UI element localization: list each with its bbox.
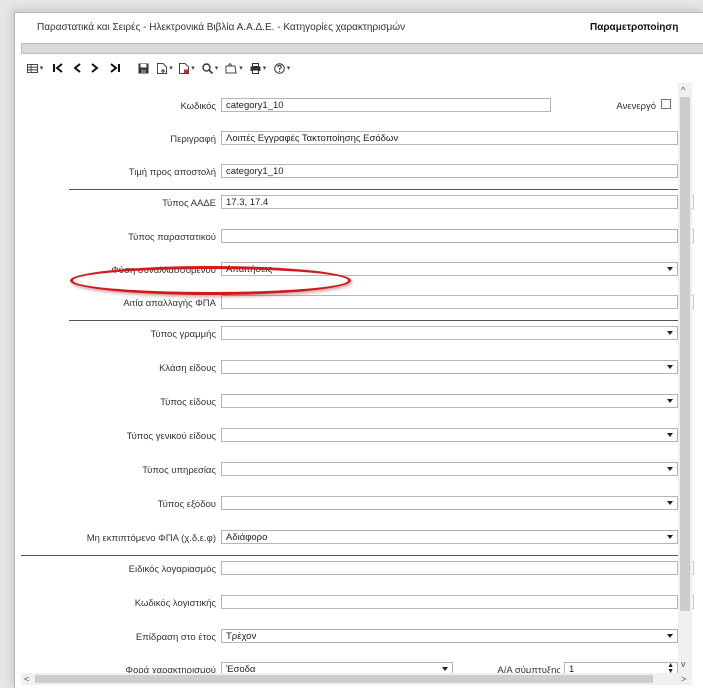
item-class-label: Κλάση είδους xyxy=(159,363,216,374)
window-title: Παραστατικά και Σειρές - Ηλεκτρονικά Βιβ… xyxy=(37,22,406,33)
vat-exemption-field[interactable] xyxy=(221,295,678,309)
chevron-down-icon: ▾ xyxy=(262,65,267,72)
search-icon xyxy=(202,62,213,74)
export-value-label: Τιμή προς αποστολή xyxy=(128,167,216,178)
service-type-label: Τύπος υπηρεσίας xyxy=(142,465,216,476)
year-effect-label: Επίδραση στο έτος xyxy=(135,632,216,643)
aade-type-field[interactable]: 17.3, 17.4 xyxy=(221,195,678,209)
horizontal-scroll-thumb[interactable] xyxy=(35,675,653,683)
item-type-select[interactable] xyxy=(221,394,678,408)
horizontal-scrollbar[interactable]: < > xyxy=(21,673,692,685)
dropdown-arrow-icon xyxy=(667,399,673,403)
code-field[interactable]: category1_10 xyxy=(221,98,551,112)
chevron-down-icon: ▾ xyxy=(286,65,291,72)
window-titlebar: Παραστατικά και Σειρές - Ηλεκτρονικά Βιβ… xyxy=(15,13,703,43)
next-record-button[interactable] xyxy=(89,60,101,76)
app-window: Παραστατικά και Σειρές - Ηλεκτρονικά Βιβ… xyxy=(14,12,703,688)
aade-type-label: Τύπος ΑΑΔΕ xyxy=(162,198,216,209)
expense-type-label: Τύπος εξόδου xyxy=(157,499,216,510)
info-bar xyxy=(21,43,703,54)
expense-type-select[interactable] xyxy=(221,496,678,510)
general-item-type-select[interactable] xyxy=(221,428,678,442)
delete-document-button[interactable]: ▾ xyxy=(178,60,196,76)
year-effect-select[interactable]: Τρέχον xyxy=(221,629,678,643)
scroll-left-icon[interactable]: < xyxy=(24,674,29,684)
print-button[interactable]: ▾ xyxy=(248,60,268,76)
search-button[interactable]: ▾ xyxy=(200,60,220,76)
chevron-down-icon: ▾ xyxy=(39,65,44,72)
save-icon xyxy=(138,63,148,73)
accounting-code-label: Κωδικός λογιστικής xyxy=(134,598,216,609)
code-label: Κωδικός xyxy=(180,101,216,112)
section-divider xyxy=(69,189,681,190)
year-effect-value: Τρέχον xyxy=(226,631,257,642)
description-label: Περιγραφή xyxy=(170,134,216,145)
line-type-select[interactable] xyxy=(221,326,678,340)
vat-exemption-label: Αιτία απαλλαγής ΦΠΑ xyxy=(123,298,216,309)
last-record-button[interactable] xyxy=(107,60,123,76)
grid-view-button[interactable]: ▾ xyxy=(25,60,45,76)
counterparty-nature-value: Απαιτήσεις xyxy=(226,264,273,275)
non-deductible-vat-label: Μη εκπιπτόμενο ΦΠΑ (χ.δ.ε.φ) xyxy=(86,533,216,544)
dropdown-arrow-icon xyxy=(667,267,673,271)
export-value-field[interactable]: category1_10 xyxy=(221,164,678,178)
chevron-down-icon: ▾ xyxy=(239,65,243,72)
accounting-code-field[interactable] xyxy=(221,595,678,609)
toolbar: ▾ ▾ ▾ ▾ ▾ ▾ ▾ xyxy=(25,59,703,77)
dropdown-arrow-icon xyxy=(442,667,448,671)
counterparty-nature-select[interactable]: Απαιτήσεις xyxy=(221,262,678,276)
first-record-icon xyxy=(53,63,63,73)
save-button[interactable] xyxy=(135,60,151,76)
item-type-label: Τύπος είδους xyxy=(160,397,216,408)
vertical-scroll-thumb[interactable] xyxy=(680,97,690,611)
delete-document-icon xyxy=(179,62,190,74)
scroll-down-icon[interactable]: v xyxy=(681,659,686,669)
vertical-scrollbar[interactable]: ^ v xyxy=(678,83,692,673)
grid-icon xyxy=(26,63,38,73)
dropdown-arrow-icon xyxy=(667,535,673,539)
attach-icon xyxy=(225,62,237,73)
chevron-down-icon: ▾ xyxy=(169,65,173,72)
inactive-label: Ανενεργό xyxy=(616,101,656,112)
special-account-label: Ειδικός λογαριασμός xyxy=(128,564,216,575)
counterparty-nature-label: Φύση συναλλασσόμενου xyxy=(111,265,216,276)
print-icon xyxy=(250,62,261,74)
module-title: Παραμετροποίηση xyxy=(590,22,679,33)
dropdown-arrow-icon xyxy=(667,467,673,471)
first-record-button[interactable] xyxy=(51,60,65,76)
dropdown-arrow-icon xyxy=(667,331,673,335)
dropdown-arrow-icon xyxy=(667,501,673,505)
document-type-label: Τύπος παραστατικού xyxy=(128,232,216,243)
chevron-down-icon: ▾ xyxy=(191,65,195,72)
general-item-type-label: Τύπος γενικού είδους xyxy=(126,431,216,442)
document-type-field[interactable] xyxy=(221,229,678,243)
dropdown-arrow-icon xyxy=(667,433,673,437)
new-document-icon xyxy=(157,62,168,74)
previous-record-button[interactable] xyxy=(71,60,83,76)
previous-record-icon xyxy=(73,63,81,73)
special-account-field[interactable] xyxy=(221,561,678,575)
scroll-up-icon[interactable]: ^ xyxy=(681,85,685,95)
dropdown-arrow-icon xyxy=(667,365,673,369)
item-class-select[interactable] xyxy=(221,360,678,374)
non-deductible-vat-value: Αδιάφορο xyxy=(226,532,268,543)
scroll-right-icon[interactable]: > xyxy=(681,674,686,684)
service-type-select[interactable] xyxy=(221,462,678,476)
help-icon xyxy=(273,62,285,74)
last-record-icon xyxy=(109,63,120,73)
dropdown-arrow-icon xyxy=(667,634,673,638)
inactive-checkbox[interactable] xyxy=(661,99,671,109)
attach-button[interactable]: ▾ xyxy=(224,60,244,76)
section-divider xyxy=(69,320,681,321)
chevron-down-icon: ▾ xyxy=(214,65,219,72)
section-divider xyxy=(21,555,681,556)
next-record-icon xyxy=(91,63,99,73)
help-button[interactable]: ▾ xyxy=(272,60,292,76)
new-document-button[interactable]: ▾ xyxy=(155,60,175,76)
line-type-label: Τύπος γραμμής xyxy=(150,329,216,340)
non-deductible-vat-select[interactable]: Αδιάφορο xyxy=(221,530,678,544)
form-area: Κωδικός category1_10 Ανενεργό Περιγραφή … xyxy=(21,83,694,676)
description-field[interactable]: Λοιπές Εγγραφές Τακτοποίησης Εσόδων xyxy=(221,131,678,145)
